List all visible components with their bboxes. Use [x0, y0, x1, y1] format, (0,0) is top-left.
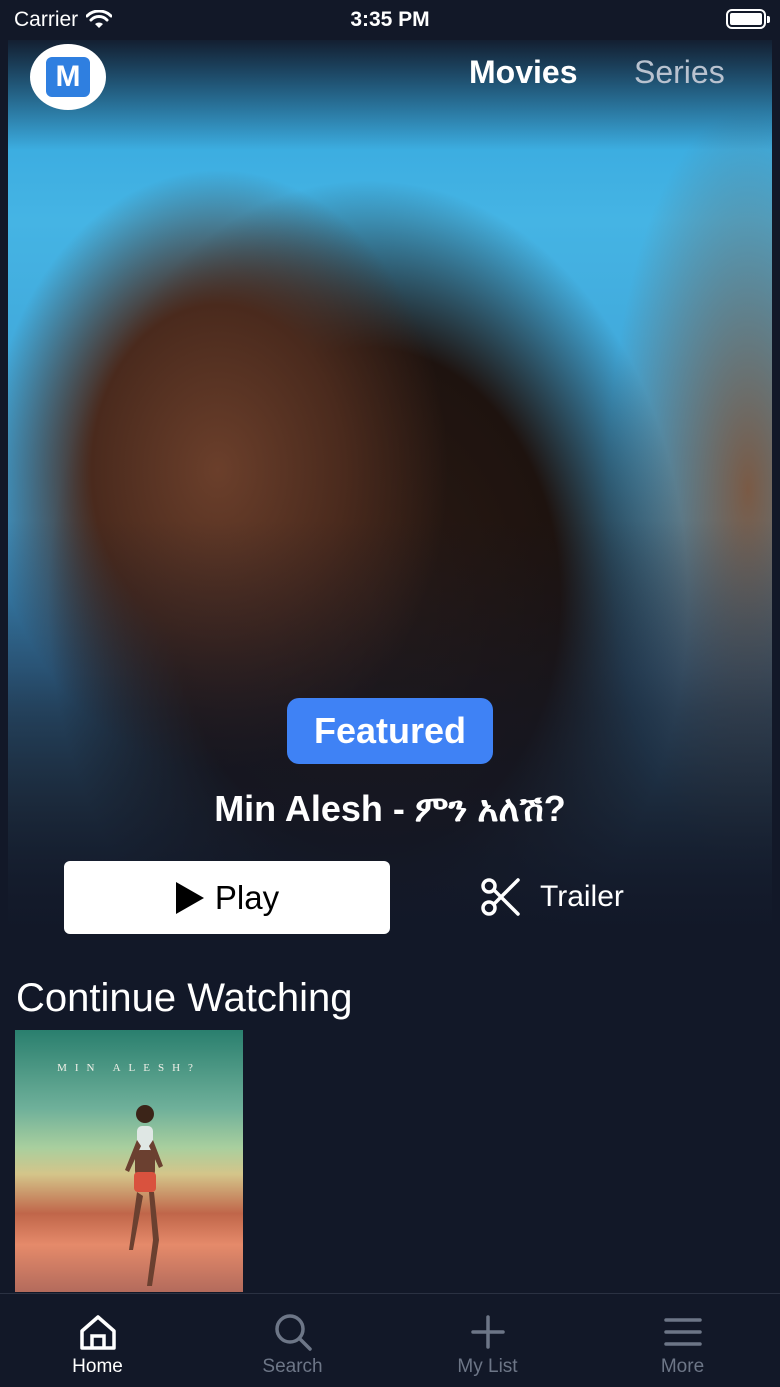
tab-movies[interactable]: Movies: [469, 54, 577, 91]
trailer-label: Trailer: [540, 880, 624, 913]
play-label: Play: [214, 878, 280, 916]
battery-icon: [726, 9, 770, 29]
status-time: 3:35 PM: [350, 8, 430, 31]
play-icon: [175, 881, 204, 914]
tab-search-label: Search: [262, 1356, 323, 1377]
status-bar: Carrier 3:35 PM: [0, 0, 780, 40]
app-logo[interactable]: M: [30, 44, 106, 110]
continue-watching-title: Continue Watching: [16, 976, 353, 1020]
logo-icon: M: [46, 57, 90, 97]
runner-figure: [125, 1105, 163, 1286]
tab-search[interactable]: Search: [195, 1294, 390, 1387]
poster-title: MIN ALESH?: [57, 1062, 201, 1074]
featured-title: Min Alesh - ምን አለሽ?: [214, 788, 566, 829]
trailer-button[interactable]: Trailer: [480, 864, 624, 930]
featured-badge: Featured: [287, 698, 493, 764]
menu-icon: [663, 1318, 702, 1346]
tab-more[interactable]: More: [585, 1294, 780, 1387]
continue-watching-poster[interactable]: MIN ALESH?: [15, 1030, 243, 1292]
home-icon: [79, 1315, 116, 1350]
tab-home-label: Home: [72, 1356, 123, 1377]
play-button[interactable]: Play: [64, 861, 390, 934]
tab-my-list-label: My List: [457, 1356, 518, 1377]
tab-series[interactable]: Series: [634, 54, 725, 91]
tab-my-list[interactable]: My List: [390, 1294, 585, 1387]
tab-home[interactable]: Home: [0, 1294, 195, 1387]
plus-icon: [470, 1315, 505, 1349]
tab-more-label: More: [660, 1356, 705, 1377]
scissors-icon: [481, 878, 520, 916]
search-icon: [274, 1314, 312, 1351]
tab-bar: Home Search My List More: [0, 1293, 780, 1387]
